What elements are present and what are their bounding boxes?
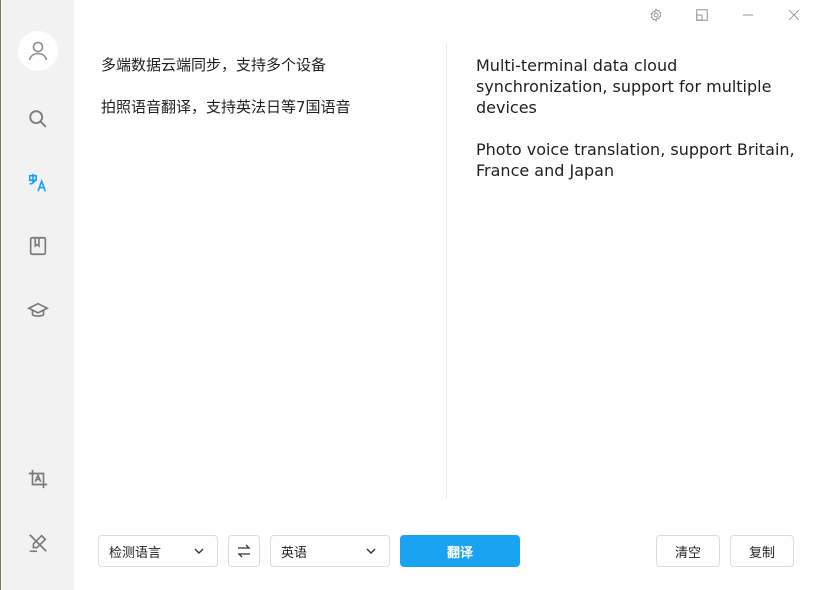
sidebar-item-screenshot-translate[interactable] (18, 459, 58, 499)
translate-icon (28, 173, 47, 192)
close-icon (788, 9, 800, 21)
gear-icon (650, 8, 662, 22)
sidebar-item-search[interactable] (18, 99, 58, 139)
minimize-icon (742, 14, 754, 16)
sidebar-item-learn[interactable] (18, 291, 58, 331)
sidebar-item-mouse-translate[interactable] (18, 523, 58, 563)
source-line: 多端数据云端同步，支持多个设备 (101, 56, 327, 74)
settings-button[interactable] (633, 0, 679, 30)
close-button[interactable] (771, 0, 817, 30)
book-icon (29, 236, 47, 256)
titlebar (633, 0, 817, 30)
swap-icon (237, 544, 251, 558)
sidebar (2, 0, 74, 590)
pen-off-icon (29, 534, 47, 553)
user-icon (28, 41, 48, 61)
translation-result-area: Multi-terminal data cloud synchronizatio… (476, 55, 811, 202)
copy-button[interactable]: 复制 (730, 535, 794, 567)
target-language-select[interactable]: 英语 (270, 535, 390, 567)
source-language-select[interactable]: 检测语言 (98, 535, 218, 567)
avatar[interactable] (18, 31, 58, 71)
source-text-area[interactable]: 多端数据云端同步，支持多个设备 拍照语音翻译，支持英法日等7国语音 (101, 55, 431, 139)
chevron-down-icon (366, 548, 376, 554)
crop-text-icon (28, 469, 48, 489)
sidebar-item-notebook[interactable] (18, 226, 58, 266)
graduation-cap-icon (27, 302, 49, 317)
restore-icon (696, 9, 708, 21)
restore-button[interactable] (679, 0, 725, 30)
swap-languages-button[interactable] (228, 535, 260, 567)
clear-button[interactable]: 清空 (656, 535, 720, 567)
minimize-button[interactable] (725, 0, 771, 30)
chevron-down-icon (194, 548, 204, 554)
app-window: 多端数据云端同步，支持多个设备 拍照语音翻译，支持英法日等7国语音 Multi-… (0, 0, 817, 590)
translation-line: Photo voice translation, support Britain… (476, 140, 795, 180)
translate-button[interactable]: 翻译 (400, 535, 520, 567)
sidebar-item-translate[interactable] (18, 163, 58, 203)
divider (446, 44, 447, 499)
source-language-label: 检测语言 (109, 545, 162, 561)
source-line: 拍照语音翻译，支持英法日等7国语音 (101, 98, 351, 116)
target-language-label: 英语 (281, 545, 308, 561)
search-icon (29, 110, 47, 128)
translation-line: Multi-terminal data cloud synchronizatio… (476, 56, 772, 117)
